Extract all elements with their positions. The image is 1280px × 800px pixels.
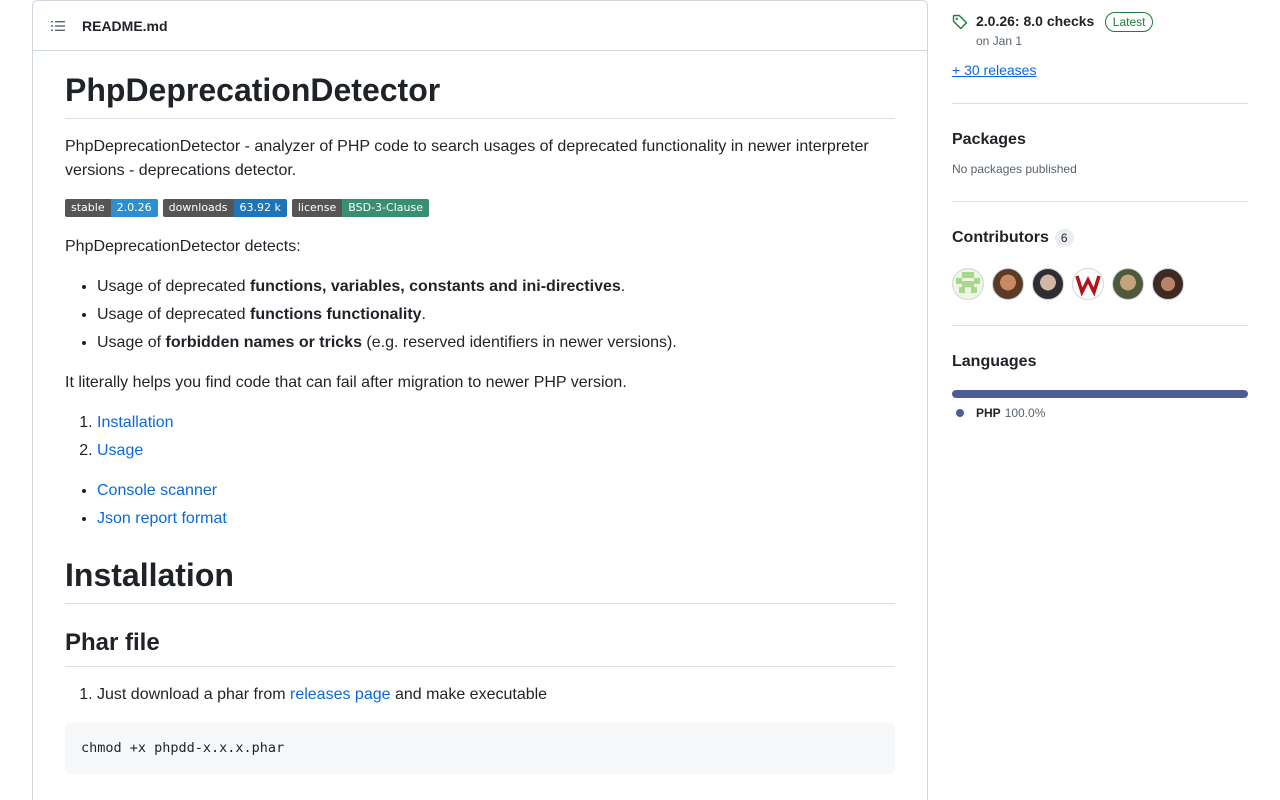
feature-bold: functions, variables, constants and ini-…	[250, 278, 621, 295]
divider	[952, 103, 1248, 104]
latest-badge: Latest	[1104, 12, 1154, 32]
packages-heading[interactable]: Packages	[952, 128, 1248, 152]
code-block[interactable]: chmod +x phpdd-x.x.x.phar	[65, 723, 895, 774]
toc-link-json-report[interactable]: Json report format	[97, 510, 227, 527]
list-item: Usage of deprecated functions functional…	[97, 303, 895, 327]
list-item: Installation	[97, 411, 895, 435]
page-title: PhpDeprecationDetector	[65, 70, 895, 119]
avatar[interactable]	[1152, 268, 1184, 300]
divider	[952, 325, 1248, 326]
readme-content: PhpDeprecationDetector PhpDeprecationDet…	[33, 70, 927, 774]
contributors-label[interactable]: Contributors	[952, 226, 1049, 250]
repo-sidebar: 2.0.26: 8.0 checks Latest on Jan 1 + 30 …	[952, 0, 1248, 420]
features-list: Usage of deprecated functions, variables…	[65, 275, 895, 355]
badges-row: stable 2.0.26 downloads 63.92 k license …	[65, 199, 895, 219]
step-text: Just download a phar from	[97, 686, 290, 703]
contributors-count: 6	[1054, 229, 1074, 247]
all-releases-link[interactable]: + 30 releases	[952, 62, 1248, 78]
feature-text: .	[421, 306, 426, 323]
badge-key: stable	[65, 199, 111, 217]
divider	[952, 201, 1248, 202]
feature-text: (e.g. reserved identifiers in newer vers…	[361, 334, 677, 351]
tag-icon	[952, 14, 968, 30]
latest-release[interactable]: 2.0.26: 8.0 checks Latest on Jan 1	[952, 0, 1248, 48]
readme-filename[interactable]: README.md	[82, 18, 168, 34]
toc-link-console-scanner[interactable]: Console scanner	[97, 482, 217, 499]
phar-heading: Phar file	[65, 628, 895, 667]
list-item: Console scanner	[97, 479, 895, 503]
language-percent: 100.0%	[1004, 406, 1046, 420]
language-bar	[952, 390, 1248, 398]
toc-numbered-list: Installation Usage	[65, 411, 895, 463]
detects-intro: PhpDeprecationDetector detects:	[65, 238, 301, 255]
phar-steps-list: Just download a phar from releases page …	[65, 683, 895, 707]
avatar[interactable]	[952, 268, 984, 300]
language-item[interactable]: PHP 100.0%	[952, 406, 1248, 420]
feature-bold: functions functionality	[250, 306, 422, 323]
intro-paragraph: PhpDeprecationDetector - analyzer of PHP…	[65, 138, 869, 179]
avatar[interactable]	[1112, 268, 1144, 300]
helps-paragraph: It literally helps you find code that ca…	[65, 374, 627, 391]
list-item: Usage of deprecated functions, variables…	[97, 275, 895, 299]
readme-panel: README.md PhpDeprecationDetector PhpDepr…	[32, 0, 928, 800]
releases-page-link[interactable]: releases page	[290, 686, 391, 703]
feature-bold: forbidden names or tricks	[165, 334, 362, 351]
avatar[interactable]	[1032, 268, 1064, 300]
feature-text: Usage of deprecated	[97, 278, 250, 295]
toc-link-usage[interactable]: Usage	[97, 442, 143, 459]
languages-heading: Languages	[952, 353, 1037, 370]
identicon-icon	[956, 272, 980, 293]
list-item: Usage	[97, 439, 895, 463]
badge-value: BSD-3-Clause	[342, 199, 429, 217]
readme-header: README.md	[33, 1, 927, 51]
feature-text: Usage of deprecated	[97, 306, 250, 323]
stable-version-badge[interactable]: stable 2.0.26	[65, 199, 158, 217]
contributors-avatars	[952, 268, 1248, 300]
toc-link-installation[interactable]: Installation	[97, 414, 174, 431]
language-dot-icon	[956, 409, 964, 417]
badge-value: 2.0.26	[110, 199, 158, 217]
badge-key: downloads	[162, 199, 234, 217]
language-name: PHP	[976, 406, 1001, 420]
installation-heading: Installation	[65, 555, 895, 604]
packages-text: No packages published	[952, 162, 1077, 176]
license-badge[interactable]: license BSD-3-Clause	[291, 199, 429, 217]
step-text: and make executable	[390, 686, 548, 703]
table-of-contents-icon[interactable]	[50, 18, 66, 34]
avatar[interactable]	[1072, 268, 1104, 300]
release-name[interactable]: 2.0.26: 8.0 checks	[976, 13, 1094, 29]
w-logo-icon	[1075, 275, 1101, 297]
downloads-badge[interactable]: downloads 63.92 k	[162, 199, 287, 217]
list-item: Json report format	[97, 507, 895, 531]
contributors-heading: Contributors 6	[952, 226, 1248, 250]
release-date: on Jan 1	[976, 34, 1023, 48]
feature-text: .	[620, 278, 626, 295]
badge-key: license	[291, 199, 343, 217]
avatar[interactable]	[992, 268, 1024, 300]
badge-value: 63.92 k	[233, 199, 287, 217]
toc-bullet-list: Console scanner Json report format	[65, 479, 895, 531]
list-item: Usage of forbidden names or tricks (e.g.…	[97, 331, 895, 355]
feature-text: Usage of	[97, 334, 166, 351]
list-item: Just download a phar from releases page …	[97, 683, 895, 707]
